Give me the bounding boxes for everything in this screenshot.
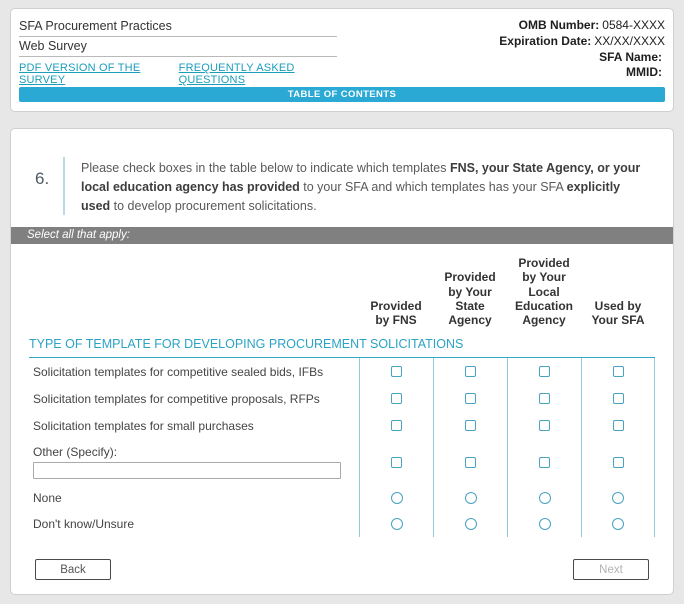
sfa-name-label: SFA Name:	[599, 50, 662, 64]
radio-dont-know-sfa[interactable]	[612, 518, 624, 530]
cell-other-lea	[507, 439, 581, 485]
expiration-date-label: Expiration Date:	[499, 34, 591, 48]
checkbox-rfps-state[interactable]	[465, 393, 476, 404]
survey-title-line2: Web Survey	[19, 37, 337, 57]
cell-none-sfa	[581, 485, 655, 511]
cell-sealed-bids-state	[433, 358, 507, 385]
cell-other-sfa	[581, 439, 655, 485]
omb-number-label: OMB Number:	[519, 18, 600, 32]
cell-rfps-sfa	[581, 385, 655, 412]
radio-dont-know-fns[interactable]	[391, 518, 403, 530]
meta-line-expiration: Expiration Date:XX/XX/XXXX	[499, 34, 665, 50]
row-label-sealed-bids: Solicitation templates for competitive s…	[29, 358, 359, 385]
checkbox-sealed-bids-state[interactable]	[465, 366, 476, 377]
radio-dont-know-state[interactable]	[465, 518, 477, 530]
cell-other-state	[433, 439, 507, 485]
row-label-small-purchases: Solicitation templates for small purchas…	[29, 412, 359, 439]
column-header-state-agency: Provided by Your State Agency	[433, 258, 507, 335]
checkbox-sealed-bids-fns[interactable]	[391, 366, 402, 377]
column-header-local-education-agency: Provided by Your Local Education Agency	[507, 244, 581, 335]
cell-small-purchases-state	[433, 412, 507, 439]
question-divider	[63, 157, 65, 215]
table-of-contents-button[interactable]: TABLE OF CONTENTS	[19, 87, 665, 102]
survey-header-card: SFA Procurement Practices Web Survey PDF…	[10, 8, 674, 112]
cell-none-state	[433, 485, 507, 511]
header-spacer	[29, 244, 359, 335]
checkbox-small-purchases-lea[interactable]	[539, 420, 550, 431]
cell-sealed-bids-lea	[507, 358, 581, 385]
expiration-date-value: XX/XX/XXXX	[594, 34, 665, 48]
radio-none-state[interactable]	[465, 492, 477, 504]
checkbox-sealed-bids-sfa[interactable]	[613, 366, 624, 377]
page: SFA Procurement Practices Web Survey PDF…	[0, 0, 684, 604]
checkbox-small-purchases-state[interactable]	[465, 420, 476, 431]
section-header-cell: TYPE OF TEMPLATE FOR DEVELOPING PROCUREM…	[29, 335, 655, 358]
next-button[interactable]: Next	[573, 559, 649, 580]
header-links: PDF VERSION OF THE SURVEY FREQUENTLY ASK…	[19, 57, 337, 86]
row-label-none: None	[29, 485, 359, 511]
checkbox-rfps-lea[interactable]	[539, 393, 550, 404]
other-specify-input[interactable]	[33, 462, 341, 479]
question-text-part: to develop procurement solicitations.	[110, 199, 316, 213]
column-header-fns: Provided by FNS	[359, 287, 433, 335]
survey-meta: OMB Number:0584-XXXX Expiration Date:XX/…	[499, 17, 665, 81]
checkbox-small-purchases-fns[interactable]	[391, 420, 402, 431]
cell-sealed-bids-fns	[359, 358, 433, 385]
question-card: 6. Please check boxes in the table below…	[10, 128, 674, 595]
meta-line-omb: OMB Number:0584-XXXX	[499, 18, 665, 34]
cell-none-fns	[359, 485, 433, 511]
cell-none-lea	[507, 485, 581, 511]
faq-link[interactable]: FREQUENTLY ASKED QUESTIONS	[179, 62, 337, 86]
footer-navigation: Back Next	[11, 559, 673, 580]
cell-dont-know-state	[433, 511, 507, 537]
checkbox-rfps-fns[interactable]	[391, 393, 402, 404]
cell-small-purchases-fns	[359, 412, 433, 439]
checkbox-other-lea[interactable]	[539, 457, 550, 468]
template-table: Provided by FNS Provided by Your State A…	[11, 244, 673, 537]
omb-number-value: 0584-XXXX	[602, 18, 665, 32]
cell-rfps-state	[433, 385, 507, 412]
question-number: 6.	[35, 157, 59, 215]
checkbox-other-fns[interactable]	[391, 457, 402, 468]
pdf-version-link[interactable]: PDF VERSION OF THE SURVEY	[19, 62, 165, 86]
section-header: TYPE OF TEMPLATE FOR DEVELOPING PROCUREM…	[29, 337, 463, 351]
mmid-label: MMID:	[626, 65, 662, 79]
checkbox-other-state[interactable]	[465, 457, 476, 468]
survey-title-line1: SFA Procurement Practices	[19, 17, 337, 37]
question-text-part: to your SFA and which templates has your…	[300, 180, 567, 194]
radio-none-fns[interactable]	[391, 492, 403, 504]
cell-small-purchases-lea	[507, 412, 581, 439]
meta-line-mmid: MMID:	[499, 65, 665, 81]
cell-sealed-bids-sfa	[581, 358, 655, 385]
back-button[interactable]: Back	[35, 559, 111, 580]
radio-none-lea[interactable]	[539, 492, 551, 504]
checkbox-small-purchases-sfa[interactable]	[613, 420, 624, 431]
question-text: Please check boxes in the table below to…	[79, 157, 651, 215]
question-block: 6. Please check boxes in the table below…	[11, 129, 673, 227]
cell-rfps-fns	[359, 385, 433, 412]
cell-dont-know-sfa	[581, 511, 655, 537]
row-label-proposals-rfps: Solicitation templates for competitive p…	[29, 385, 359, 412]
cell-small-purchases-sfa	[581, 412, 655, 439]
row-label-other: Other (Specify):	[29, 439, 359, 485]
cell-other-fns	[359, 439, 433, 485]
cell-rfps-lea	[507, 385, 581, 412]
meta-line-sfa-name: SFA Name:	[499, 50, 665, 66]
radio-none-sfa[interactable]	[612, 492, 624, 504]
select-all-bar: Select all that apply:	[11, 227, 673, 244]
checkbox-sealed-bids-lea[interactable]	[539, 366, 550, 377]
column-header-used-by-sfa: Used by Your SFA	[581, 287, 655, 335]
cell-dont-know-lea	[507, 511, 581, 537]
header-top-row: SFA Procurement Practices Web Survey PDF…	[19, 17, 665, 86]
radio-dont-know-lea[interactable]	[539, 518, 551, 530]
cell-dont-know-fns	[359, 511, 433, 537]
question-text-part: Please check boxes in the table below to…	[81, 161, 450, 175]
survey-titles: SFA Procurement Practices Web Survey PDF…	[19, 17, 337, 86]
other-label: Other (Specify):	[33, 445, 117, 459]
checkbox-rfps-sfa[interactable]	[613, 393, 624, 404]
checkbox-other-sfa[interactable]	[613, 457, 624, 468]
row-label-dont-know: Don't know/Unsure	[29, 511, 359, 537]
